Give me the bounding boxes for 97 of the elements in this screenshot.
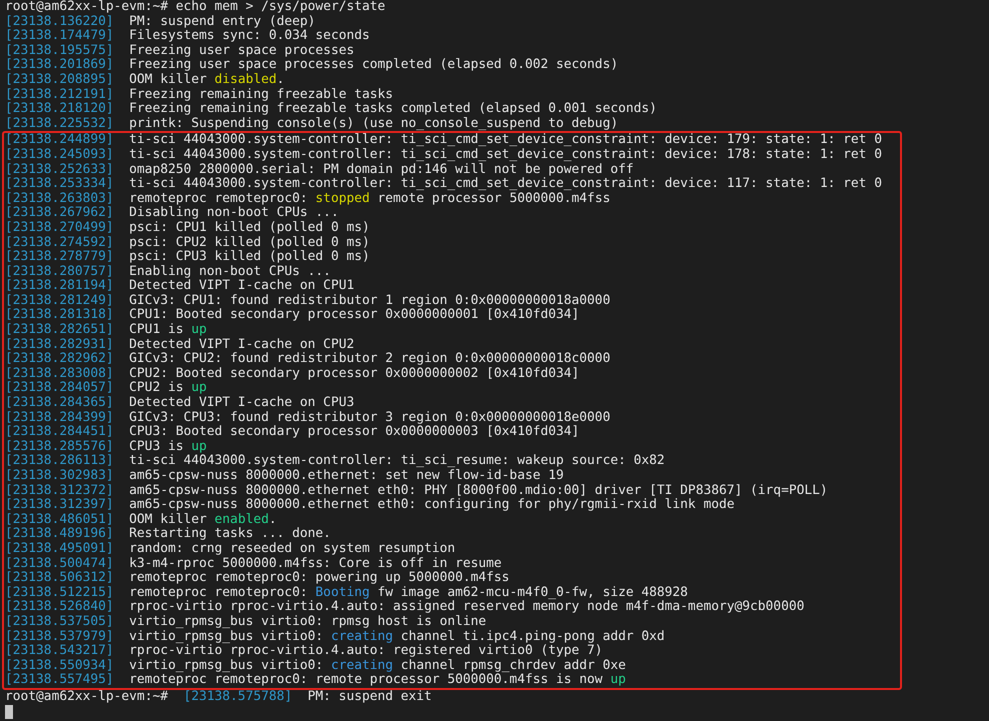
log-timestamp: [23138.486051] [5,512,114,527]
log-message: Freezing user space processes [129,42,354,58]
log-timestamp: [23138.537505] [5,614,114,629]
log-message: remoteproc remoteproc0: Booting fw image am62-mcu-m4f0_0-fw, size 488928 [129,584,688,600]
log-message: printk: Suspending console(s) (use no_console_suspend to debug) [129,116,618,131]
log-message: remoteproc remoteproc0: remote processor 5000000.m4fss is now up [129,672,626,688]
log-message: CPU1 is up [129,322,207,338]
log-timestamp: [23138.312397] [5,497,114,512]
shell-prompt: root@am62xx-lp-evm:~# [5,688,168,704]
log-message: GICv3: CPU3: found redistributor 3 region 0:0x00000000018e0000 [129,410,610,425]
log-timestamp: [23138.263803] [5,190,114,206]
log-message: CPU3 is up [129,438,207,454]
log-timestamp: [23138.489196] [5,526,114,542]
log-timestamp: [23138.284399] [5,410,114,425]
log-timestamp: [23138.285576] [5,438,114,454]
log-timestamp: [23138.218120] [5,101,114,116]
log-message: Freezing user space processes completed (elapsed 0.002 seconds) [129,57,618,72]
log-message: Detected VIPT I-cache on CPU2 [129,336,354,352]
log-message: ti-sci 44043000.system-controller: ti_sci_resume: wakeup source: 0x82 [129,453,665,468]
log-timestamp: [23138.270499] [5,220,114,235]
log-message: remoteproc remoteproc0: stopped remote processor 5000000.m4fss [129,190,610,206]
log-message: GICv3: CPU2: found redistributor 2 region 0:0x00000000018c0000 [129,351,610,366]
log-message: psci: CPU2 killed (polled 0 ms) [129,234,370,250]
log-timestamp: [23138.278779] [5,249,114,264]
log-message: PM: suspend exit [308,688,432,704]
log-timestamp: [23138.312372] [5,482,114,498]
log-timestamp: [23138.284057] [5,380,114,396]
log-message: ti-sci 44043000.system-controller: ti_sci_cmd_set_device_constraint: device: 178: state: 1: ret 0 [129,146,882,162]
log-timestamp: [23138.284365] [5,395,114,410]
log-message: virtio_rpmsg_bus virtio0: rpmsg host is online [129,614,486,629]
log-timestamp: [23138.252633] [5,162,114,177]
command-line: root@am62xx-lp-evm:~# echo mem > /sys/power/state [5,0,386,15]
log-message: Restarting tasks ... done. [129,526,331,542]
log-message: random: crng reseeded on system resumption [129,540,456,556]
log-timestamp: [23138.244899] [5,132,114,148]
log-timestamp: [23138.195575] [5,42,114,58]
log-message: am65-cpsw-nuss 8000000.ethernet eth0: PHY [8000f00.mdio:00] driver [TI DP83867] (irq=POLL) [129,482,828,498]
log-timestamp: [23138.283008] [5,366,114,381]
log-timestamp: [23138.284451] [5,424,114,440]
log-message: OOM killer disabled. [129,72,284,87]
log-message: OOM killer enabled. [129,512,277,527]
log-message: Filesystems sync: 0.034 seconds [129,28,370,44]
log-message: remoteproc remoteproc0: powering up 5000000.m4fss [129,570,510,586]
log-message: psci: CPU3 killed (polled 0 ms) [129,249,370,264]
log-message: k3-m4-rproc 5000000.m4fss: Core is off in resume [129,556,502,571]
log-message: GICv3: CPU1: found redistributor 1 region 0:0x00000000018a0000 [129,292,610,308]
log-timestamp: [23138.282962] [5,351,114,366]
log-message: CPU2: Booted secondary processor 0x0000000002 [0x410fd034] [129,366,580,381]
log-timestamp: [23138.286113] [5,453,114,468]
log-message: rproc-virtio rproc-virtio.4.auto: registered virtio0 (type 7) [129,643,603,658]
log-timestamp: [23138.537979] [5,628,114,644]
log-timestamp: [23138.281249] [5,292,114,308]
log-timestamp: [23138.575788] [183,688,292,704]
log-message: PM: suspend entry (deep) [129,14,316,29]
log-timestamp: [23138.201869] [5,57,114,72]
log-timestamp: [23138.282651] [5,322,114,338]
log-message: rproc-virtio rproc-virtio.4.auto: assigned reserved memory node m4f-dma-memory@9cb00000 [129,599,804,614]
log-timestamp: [23138.506312] [5,570,114,586]
log-timestamp: [23138.225532] [5,116,114,131]
log-timestamp: [23138.136220] [5,14,114,29]
log-timestamp: [23138.212191] [5,86,114,102]
log-timestamp: [23138.557495] [5,672,114,688]
log-message: Disabling non-boot CPUs ... [129,205,339,220]
log-message: am65-cpsw-nuss 8000000.ethernet eth0: configuring for phy/rgmii-rxid link mode [129,497,735,512]
log-timestamp: [23138.282931] [5,336,114,352]
log-message: CPU3: Booted secondary processor 0x0000000003 [0x410fd034] [129,424,580,440]
log-timestamp: [23138.245093] [5,146,114,162]
log-message: Freezing remaining freezable tasks completed (elapsed 0.001 seconds) [129,101,657,116]
log-timestamp: [23138.495091] [5,540,114,556]
log-timestamp: [23138.253334] [5,176,114,192]
log-message: am65-cpsw-nuss 8000000.ethernet: set new flow-id-base 19 [129,468,564,483]
log-timestamp: [23138.280757] [5,264,114,279]
log-timestamp: [23138.543217] [5,643,114,658]
log-message: CPU2 is up [129,380,207,396]
log-timestamp: [23138.512215] [5,584,114,600]
log-timestamp: [23138.302983] [5,468,114,483]
log-message: CPU1: Booted secondary processor 0x0000000001 [0x410fd034] [129,307,580,322]
log-timestamp: [23138.550934] [5,658,114,673]
log-timestamp: [23138.281194] [5,278,114,294]
log-timestamp: [23138.267962] [5,205,114,220]
log-message: ti-sci 44043000.system-controller: ti_sci_cmd_set_device_constraint: device: 117: state: 1: ret 0 [129,176,882,192]
log-message: Freezing remaining freezable tasks [129,86,394,102]
log-message: Enabling non-boot CPUs ... [129,264,331,279]
log-timestamp: [23138.208895] [5,72,114,87]
log-message: virtio_rpmsg_bus virtio0: creating channel rpmsg_chrdev addr 0xe [129,658,626,673]
log-timestamp: [23138.526840] [5,599,114,614]
log-message: psci: CPU1 killed (polled 0 ms) [129,220,370,235]
log-timestamp: [23138.274592] [5,234,114,250]
log-timestamp: [23138.500474] [5,556,114,571]
log-message: virtio_rpmsg_bus virtio0: creating channel ti.ipc4.ping-pong addr 0xd [129,628,665,644]
text-cursor-icon [5,704,13,718]
log-message: Detected VIPT I-cache on CPU1 [129,278,354,294]
log-timestamp: [23138.174479] [5,28,114,44]
log-message: Detected VIPT I-cache on CPU3 [129,395,354,410]
log-timestamp: [23138.281318] [5,307,114,322]
log-message: ti-sci 44043000.system-controller: ti_sci_cmd_set_device_constraint: device: 179: state: 1: ret 0 [129,132,882,148]
log-message: omap8250 2800000.serial: PM domain pd:146 will not be powered off [129,162,634,177]
